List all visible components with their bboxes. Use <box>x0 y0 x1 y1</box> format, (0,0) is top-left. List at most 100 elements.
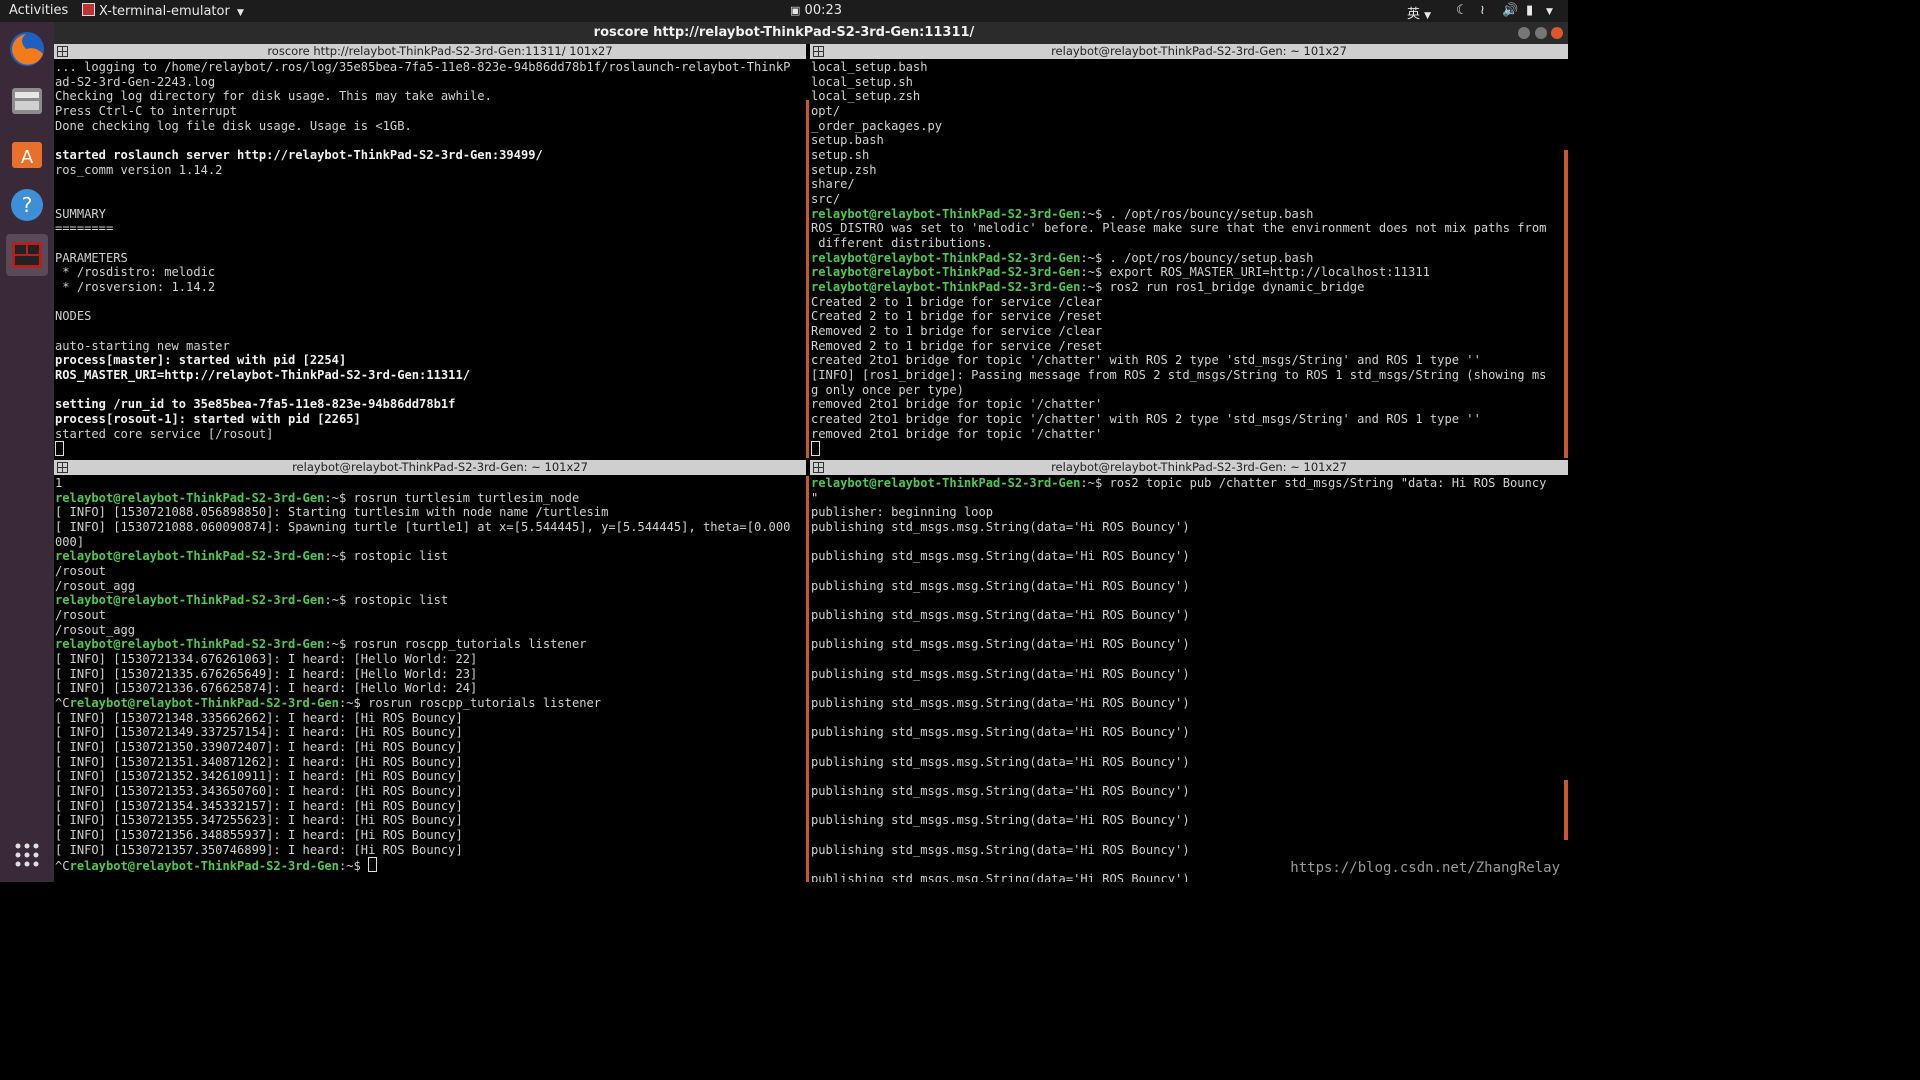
terminal-line: removed 2to1 bridge for topic '/chatter' <box>811 427 1568 442</box>
interrupt-marker: ^C <box>55 696 70 711</box>
show-applications-icon[interactable] <box>6 834 48 876</box>
line-text: [ INFO] [1530721348.335662662]: I heard:… <box>55 710 463 725</box>
terminal-line: publishing std_msgs.msg.String(data='Hi … <box>811 637 1568 652</box>
line-text: local_setup.sh <box>811 74 913 89</box>
terminal-pane-bridge[interactable]: relaybot@relaybot-ThinkPad-S2-3rd-Gen: ~… <box>810 44 1568 458</box>
line-text: different distributions. <box>811 236 994 251</box>
line-text: [ INFO] [1530721354.345332157]: I heard:… <box>55 798 463 813</box>
activities-button[interactable]: Activities <box>9 3 68 18</box>
terminal-line: setup.zsh <box>811 163 1568 178</box>
line-text: PARAMETERS <box>55 250 128 265</box>
line-text: Done checking log file disk usage. Usage… <box>55 118 412 133</box>
terminal-line: [ INFO] [1530721335.676265649]: I heard:… <box>55 667 806 682</box>
terminal-line: /rosout_agg <box>55 623 806 638</box>
line-text: _order_packages.py <box>811 118 943 133</box>
terminal-line: ^Crelaybot@relaybot-ThinkPad-S2-3rd-Gen:… <box>55 857 806 873</box>
terminal-output[interactable]: local_setup.bash local_setup.sh local_setu… <box>810 60 1568 458</box>
terminal-line: ^Crelaybot@relaybot-ThinkPad-S2-3rd-Gen:… <box>55 696 806 711</box>
terminal-line: ad-S2-3rd-Gen-2243.log <box>55 75 806 90</box>
pane-grid-icon <box>813 46 824 57</box>
input-method-menu[interactable]: 英 ▼ <box>1407 3 1431 22</box>
pane-title: relaybot@relaybot-ThinkPad-S2-3rd-Gen: ~… <box>1051 460 1347 474</box>
terminal-line: publishing std_msgs.msg.String(data='Hi … <box>811 549 1568 564</box>
terminal-line: 1 <box>55 476 806 491</box>
line-text: removed 2to1 bridge for topic '/chatter' <box>811 426 1103 441</box>
pane-grid-icon <box>57 46 68 57</box>
terminal-line: removed 2to1 bridge for topic '/chatter' <box>811 397 1568 412</box>
terminal-line: [ INFO] [1530721088.060090874]: Spawning… <box>55 520 806 535</box>
pane-splitter[interactable] <box>806 100 809 458</box>
terminal-output[interactable]: 1 relaybot@relaybot-ThinkPad-S2-3rd-Gen:~… <box>54 476 806 882</box>
line-text: :~$ . /opt/ros/bouncy/setup.bash <box>1080 206 1314 221</box>
terminal-output[interactable]: relaybot@relaybot-ThinkPad-S2-3rd-Gen:~$… <box>810 476 1568 882</box>
terminal-pane-roscore[interactable]: roscore http://relaybot-ThinkPad-S2-3rd-… <box>54 44 806 458</box>
line-text: share/ <box>811 177 855 192</box>
files-icon[interactable] <box>6 80 48 122</box>
scrollbar-thumb[interactable] <box>1564 780 1568 840</box>
terminal-line: NODES <box>55 309 806 324</box>
terminal-line: publishing std_msgs.msg.String(data='Hi … <box>811 608 1568 623</box>
pane-splitter[interactable] <box>806 476 809 882</box>
line-text: 000] <box>55 534 85 549</box>
terminal-line: relaybot@relaybot-ThinkPad-S2-3rd-Gen:~$… <box>55 593 806 608</box>
input-method-label: 英 <box>1407 7 1421 22</box>
clock[interactable]: ▣ 00:23 <box>790 3 842 18</box>
line-text: SUMMARY <box>55 206 106 221</box>
terminal-line: Checking log directory for disk usage. T… <box>55 89 806 104</box>
software-center-icon[interactable]: A <box>6 132 48 174</box>
line-text: [ INFO] [1530721357.350746899]: I heard:… <box>55 842 463 857</box>
terminal-line: [ INFO] [1530721088.056898850]: Starting… <box>55 505 806 520</box>
line-text: NODES <box>55 309 92 324</box>
terminal-line <box>811 441 1568 457</box>
terminal-line: created 2to1 bridge for topic '/chatter'… <box>811 412 1568 427</box>
firefox-icon[interactable] <box>6 28 48 70</box>
line-text: ======== <box>55 221 114 236</box>
terminal-pane-publisher[interactable]: relaybot@relaybot-ThinkPad-S2-3rd-Gen: ~… <box>810 460 1568 882</box>
terminal-line: [ INFO] [1530721352.342610911]: I heard:… <box>55 769 806 784</box>
minimize-button[interactable] <box>1518 27 1530 39</box>
terminal-line: publishing std_msgs.msg.String(data='Hi … <box>811 579 1568 594</box>
pane-title: relaybot@relaybot-ThinkPad-S2-3rd-Gen: ~… <box>292 460 588 474</box>
terminal-line: process[master]: started with pid [2254] <box>55 353 806 368</box>
scrollbar-thumb[interactable] <box>1564 150 1568 458</box>
app-menu[interactable]: X-terminal-emulator ▼ <box>82 3 244 19</box>
line-text: :~$ . /opt/ros/bouncy/setup.bash <box>1080 250 1314 265</box>
window-titlebar: roscore http://relaybot-ThinkPad-S2-3rd-… <box>0 22 1568 44</box>
terminal-line: Press Ctrl-C to interrupt <box>55 104 806 119</box>
terminal-line: /rosout <box>55 564 806 579</box>
system-menu-button[interactable]: ▼ <box>1546 3 1553 18</box>
shell-prompt: relaybot@relaybot-ThinkPad-S2-3rd-Gen <box>55 593 325 608</box>
close-button[interactable] <box>1551 27 1563 39</box>
terminal-line: relaybot@relaybot-ThinkPad-S2-3rd-Gen:~$… <box>811 280 1568 295</box>
terminator-glyph <box>12 242 42 268</box>
line-text: [ INFO] [1530721355.347255623]: I heard:… <box>55 813 463 828</box>
terminal-line <box>55 441 806 457</box>
text-cursor <box>368 857 378 873</box>
help-icon[interactable]: ? <box>6 184 48 226</box>
terminal-icon[interactable] <box>6 234 48 276</box>
terminal-line: local_setup.zsh <box>811 89 1568 104</box>
terminal-line: src/ <box>811 192 1568 207</box>
terminal-line: /rosout_agg <box>55 579 806 594</box>
dock: A ? <box>0 22 54 882</box>
line-text: publishing std_msgs.msg.String(data='Hi … <box>811 666 1190 681</box>
maximize-button[interactable] <box>1535 27 1547 39</box>
line-text: publishing std_msgs.msg.String(data='Hi … <box>811 578 1190 593</box>
chevron-down-icon: ▼ <box>236 8 244 18</box>
terminal-output[interactable]: ... logging to /home/relaybot/.ros/log/3… <box>54 60 806 458</box>
line-text: removed 2to1 bridge for topic '/chatter' <box>811 397 1103 412</box>
terminal-line: ======== <box>55 221 806 236</box>
terminal-line: * /rosversion: 1.14.2 <box>55 280 806 295</box>
line-text: auto-starting new master <box>55 338 230 353</box>
line-text: [ INFO] [1530721088.060090874]: Spawning… <box>55 520 791 535</box>
pane-titlebar: relaybot@relaybot-ThinkPad-S2-3rd-Gen: ~… <box>810 460 1568 475</box>
terminal-line: [ INFO] [1530721354.345332157]: I heard:… <box>55 799 806 814</box>
terminal-line: relaybot@relaybot-ThinkPad-S2-3rd-Gen:~$… <box>55 491 806 506</box>
terminal-pane-listener[interactable]: relaybot@relaybot-ThinkPad-S2-3rd-Gen: ~… <box>54 460 806 882</box>
shell-prompt: relaybot@relaybot-ThinkPad-S2-3rd-Gen <box>55 637 325 652</box>
